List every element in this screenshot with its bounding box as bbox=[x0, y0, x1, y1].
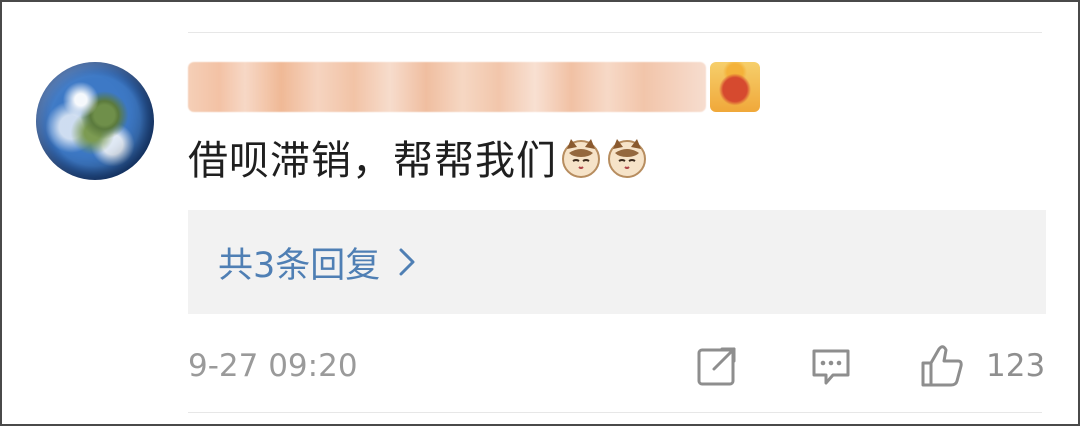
timestamp: 9-27 09:20 bbox=[188, 348, 358, 384]
comment-card: 借呗滞销，帮帮我们 共3条回复 9-27 09:20 123 bbox=[0, 0, 1080, 426]
cat-face-emoji bbox=[608, 139, 646, 178]
username-redacted[interactable] bbox=[188, 58, 760, 116]
comment-button[interactable] bbox=[808, 340, 854, 392]
top-divider bbox=[188, 32, 1042, 33]
like-count: 123 bbox=[986, 348, 1046, 384]
replies-label: 共3条回复 bbox=[218, 245, 381, 286]
member-badge-icon bbox=[710, 62, 760, 112]
comment-text: 借呗滞销，帮帮我们 bbox=[188, 126, 649, 188]
avatar[interactable] bbox=[36, 62, 154, 180]
bottom-divider bbox=[188, 412, 1042, 413]
comment-body: 借呗滞销，帮帮我们 bbox=[188, 138, 557, 184]
chevron-right-icon bbox=[399, 248, 415, 276]
share-button[interactable] bbox=[694, 340, 740, 392]
replies-preview[interactable]: 共3条回复 bbox=[188, 210, 1046, 314]
view-replies-link[interactable]: 共3条回复 bbox=[218, 210, 416, 314]
like-button[interactable]: 123 bbox=[916, 340, 1045, 392]
blurred-username bbox=[188, 62, 707, 112]
cat-face-emoji bbox=[562, 139, 600, 178]
share-icon bbox=[697, 347, 736, 386]
thumbs-up-icon bbox=[921, 345, 963, 387]
comment-icon bbox=[812, 349, 850, 385]
